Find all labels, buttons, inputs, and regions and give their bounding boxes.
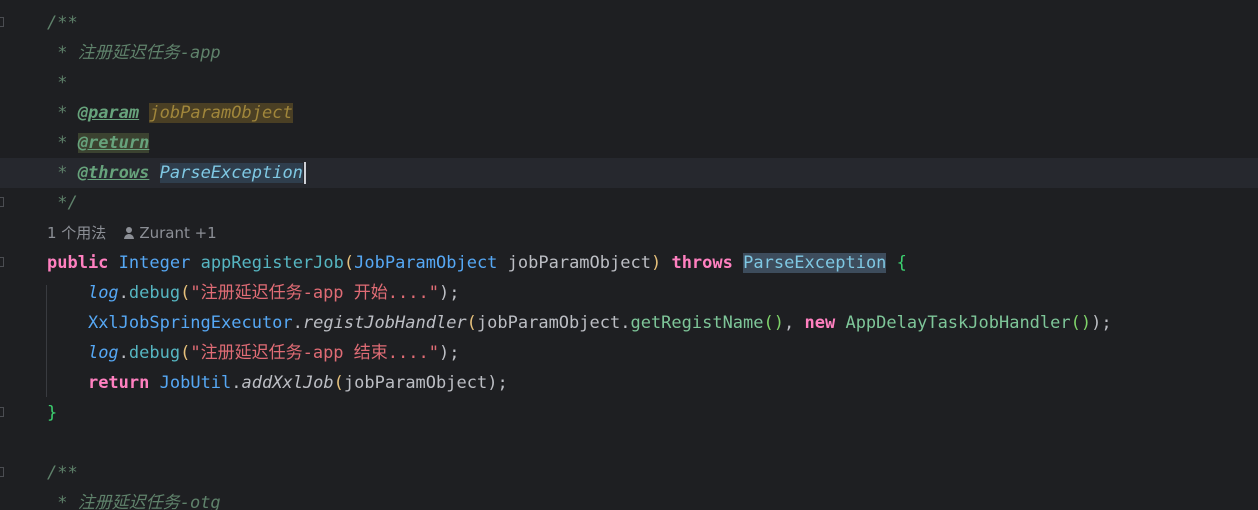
- constructor-parens: (): [1070, 313, 1092, 333]
- call-close: );: [1091, 313, 1112, 333]
- class-name[interactable]: JobUtil: [160, 373, 232, 393]
- code-line[interactable]: * 注册延迟任务-otg: [0, 488, 1258, 510]
- call-close: );: [438, 343, 460, 363]
- log-field[interactable]: log: [88, 283, 119, 303]
- doc-comment-star: *: [47, 493, 78, 510]
- doc-comment-star: *: [47, 163, 78, 183]
- comma: ,: [784, 313, 805, 333]
- doc-comment-star: *: [47, 43, 78, 63]
- doc-comment-open: /**: [47, 463, 78, 483]
- argument[interactable]: jobParamObject.: [477, 313, 631, 333]
- dot: .: [118, 283, 129, 303]
- call-close: );: [438, 283, 460, 303]
- static-method-call[interactable]: registJobHandler: [303, 313, 467, 333]
- doc-comment-close: */: [47, 193, 78, 213]
- code-line[interactable]: */: [0, 188, 1258, 218]
- string-literal[interactable]: "注册延迟任务-app 开始....": [190, 283, 439, 303]
- paren-open: (: [343, 253, 355, 273]
- code-line[interactable]: /**: [0, 458, 1258, 488]
- dot: .: [231, 373, 242, 393]
- constructor-type[interactable]: AppDelayTaskJobHandler: [845, 313, 1070, 333]
- doc-tag-throws[interactable]: @throws: [78, 163, 150, 183]
- current-code-line[interactable]: * @throws ParseException: [0, 158, 1258, 188]
- person-icon: [124, 227, 135, 239]
- keyword-new: new: [804, 313, 836, 333]
- call-close: );: [487, 373, 508, 393]
- doc-comment-open: /**: [47, 13, 78, 33]
- getter-call[interactable]: getRegistName: [630, 313, 763, 333]
- log-field[interactable]: log: [88, 343, 119, 363]
- code-line[interactable]: return JobUtil.addXxlJob(jobParamObject)…: [0, 368, 1258, 398]
- keyword-public: public: [47, 253, 109, 273]
- doc-comment-text: 注册延迟任务-app: [77, 43, 221, 63]
- doc-tag-return[interactable]: @return: [77, 133, 150, 153]
- code-line[interactable]: * 注册延迟任务-app: [0, 38, 1258, 68]
- code-line[interactable]: * @param jobParamObject: [0, 98, 1258, 128]
- doc-comment-star: *: [47, 103, 78, 123]
- doc-comment-star: *: [47, 73, 68, 93]
- exception-type[interactable]: ParseException: [743, 253, 887, 273]
- method-name[interactable]: appRegisterJob: [201, 253, 344, 273]
- doc-exception-name[interactable]: ParseException: [159, 163, 303, 183]
- code-line[interactable]: *: [0, 68, 1258, 98]
- paren-close: ): [650, 253, 662, 273]
- param-name[interactable]: jobParamObject: [497, 253, 651, 273]
- param-type[interactable]: JobParamObject: [354, 253, 497, 273]
- code-line[interactable]: }: [0, 398, 1258, 428]
- getter-parens: (): [763, 313, 784, 333]
- argument[interactable]: jobParamObject: [344, 373, 487, 393]
- doc-comment-text: 注册延迟任务-otg: [77, 493, 221, 510]
- dot: .: [292, 313, 303, 333]
- method-call[interactable]: debug: [129, 283, 180, 303]
- paren-open: (: [180, 283, 191, 303]
- static-method-call[interactable]: addXxlJob: [242, 373, 334, 393]
- code-editor[interactable]: /** * 注册延迟任务-app * * @param jobParamObje…: [0, 0, 1258, 510]
- brace-open: {: [896, 253, 907, 273]
- doc-param-name[interactable]: jobParamObject: [149, 103, 293, 123]
- doc-tag-param[interactable]: @param: [78, 103, 139, 123]
- brace-close: }: [47, 403, 58, 423]
- dot: .: [118, 343, 129, 363]
- keyword-throws: throws: [671, 253, 733, 273]
- method-call[interactable]: debug: [129, 343, 180, 363]
- class-name[interactable]: XxlJobSpringExecutor: [88, 313, 293, 333]
- return-type[interactable]: Integer: [119, 253, 191, 273]
- paren-open: (: [333, 373, 344, 393]
- inlay-hint-line: 1 个用法 Zurant +1: [0, 218, 1258, 248]
- code-line[interactable]: XxlJobSpringExecutor.registJobHandler(jo…: [0, 308, 1258, 338]
- code-line[interactable]: /**: [0, 8, 1258, 38]
- usages-hint[interactable]: 1 个用法: [47, 224, 106, 242]
- author-hint[interactable]: Zurant +1: [139, 224, 216, 242]
- paren-open: (: [180, 343, 191, 363]
- string-literal[interactable]: "注册延迟任务-app 结束....": [190, 343, 439, 363]
- doc-comment-star: *: [47, 133, 78, 153]
- keyword-return: return: [87, 373, 150, 393]
- paren-open: (: [466, 313, 477, 333]
- text-caret: [303, 162, 306, 184]
- code-line[interactable]: public Integer appRegisterJob(JobParamOb…: [0, 248, 1258, 278]
- code-line[interactable]: log.debug("注册延迟任务-app 开始....");: [0, 278, 1258, 308]
- code-line[interactable]: * @return: [0, 128, 1258, 158]
- code-line[interactable]: log.debug("注册延迟任务-app 结束....");: [0, 338, 1258, 368]
